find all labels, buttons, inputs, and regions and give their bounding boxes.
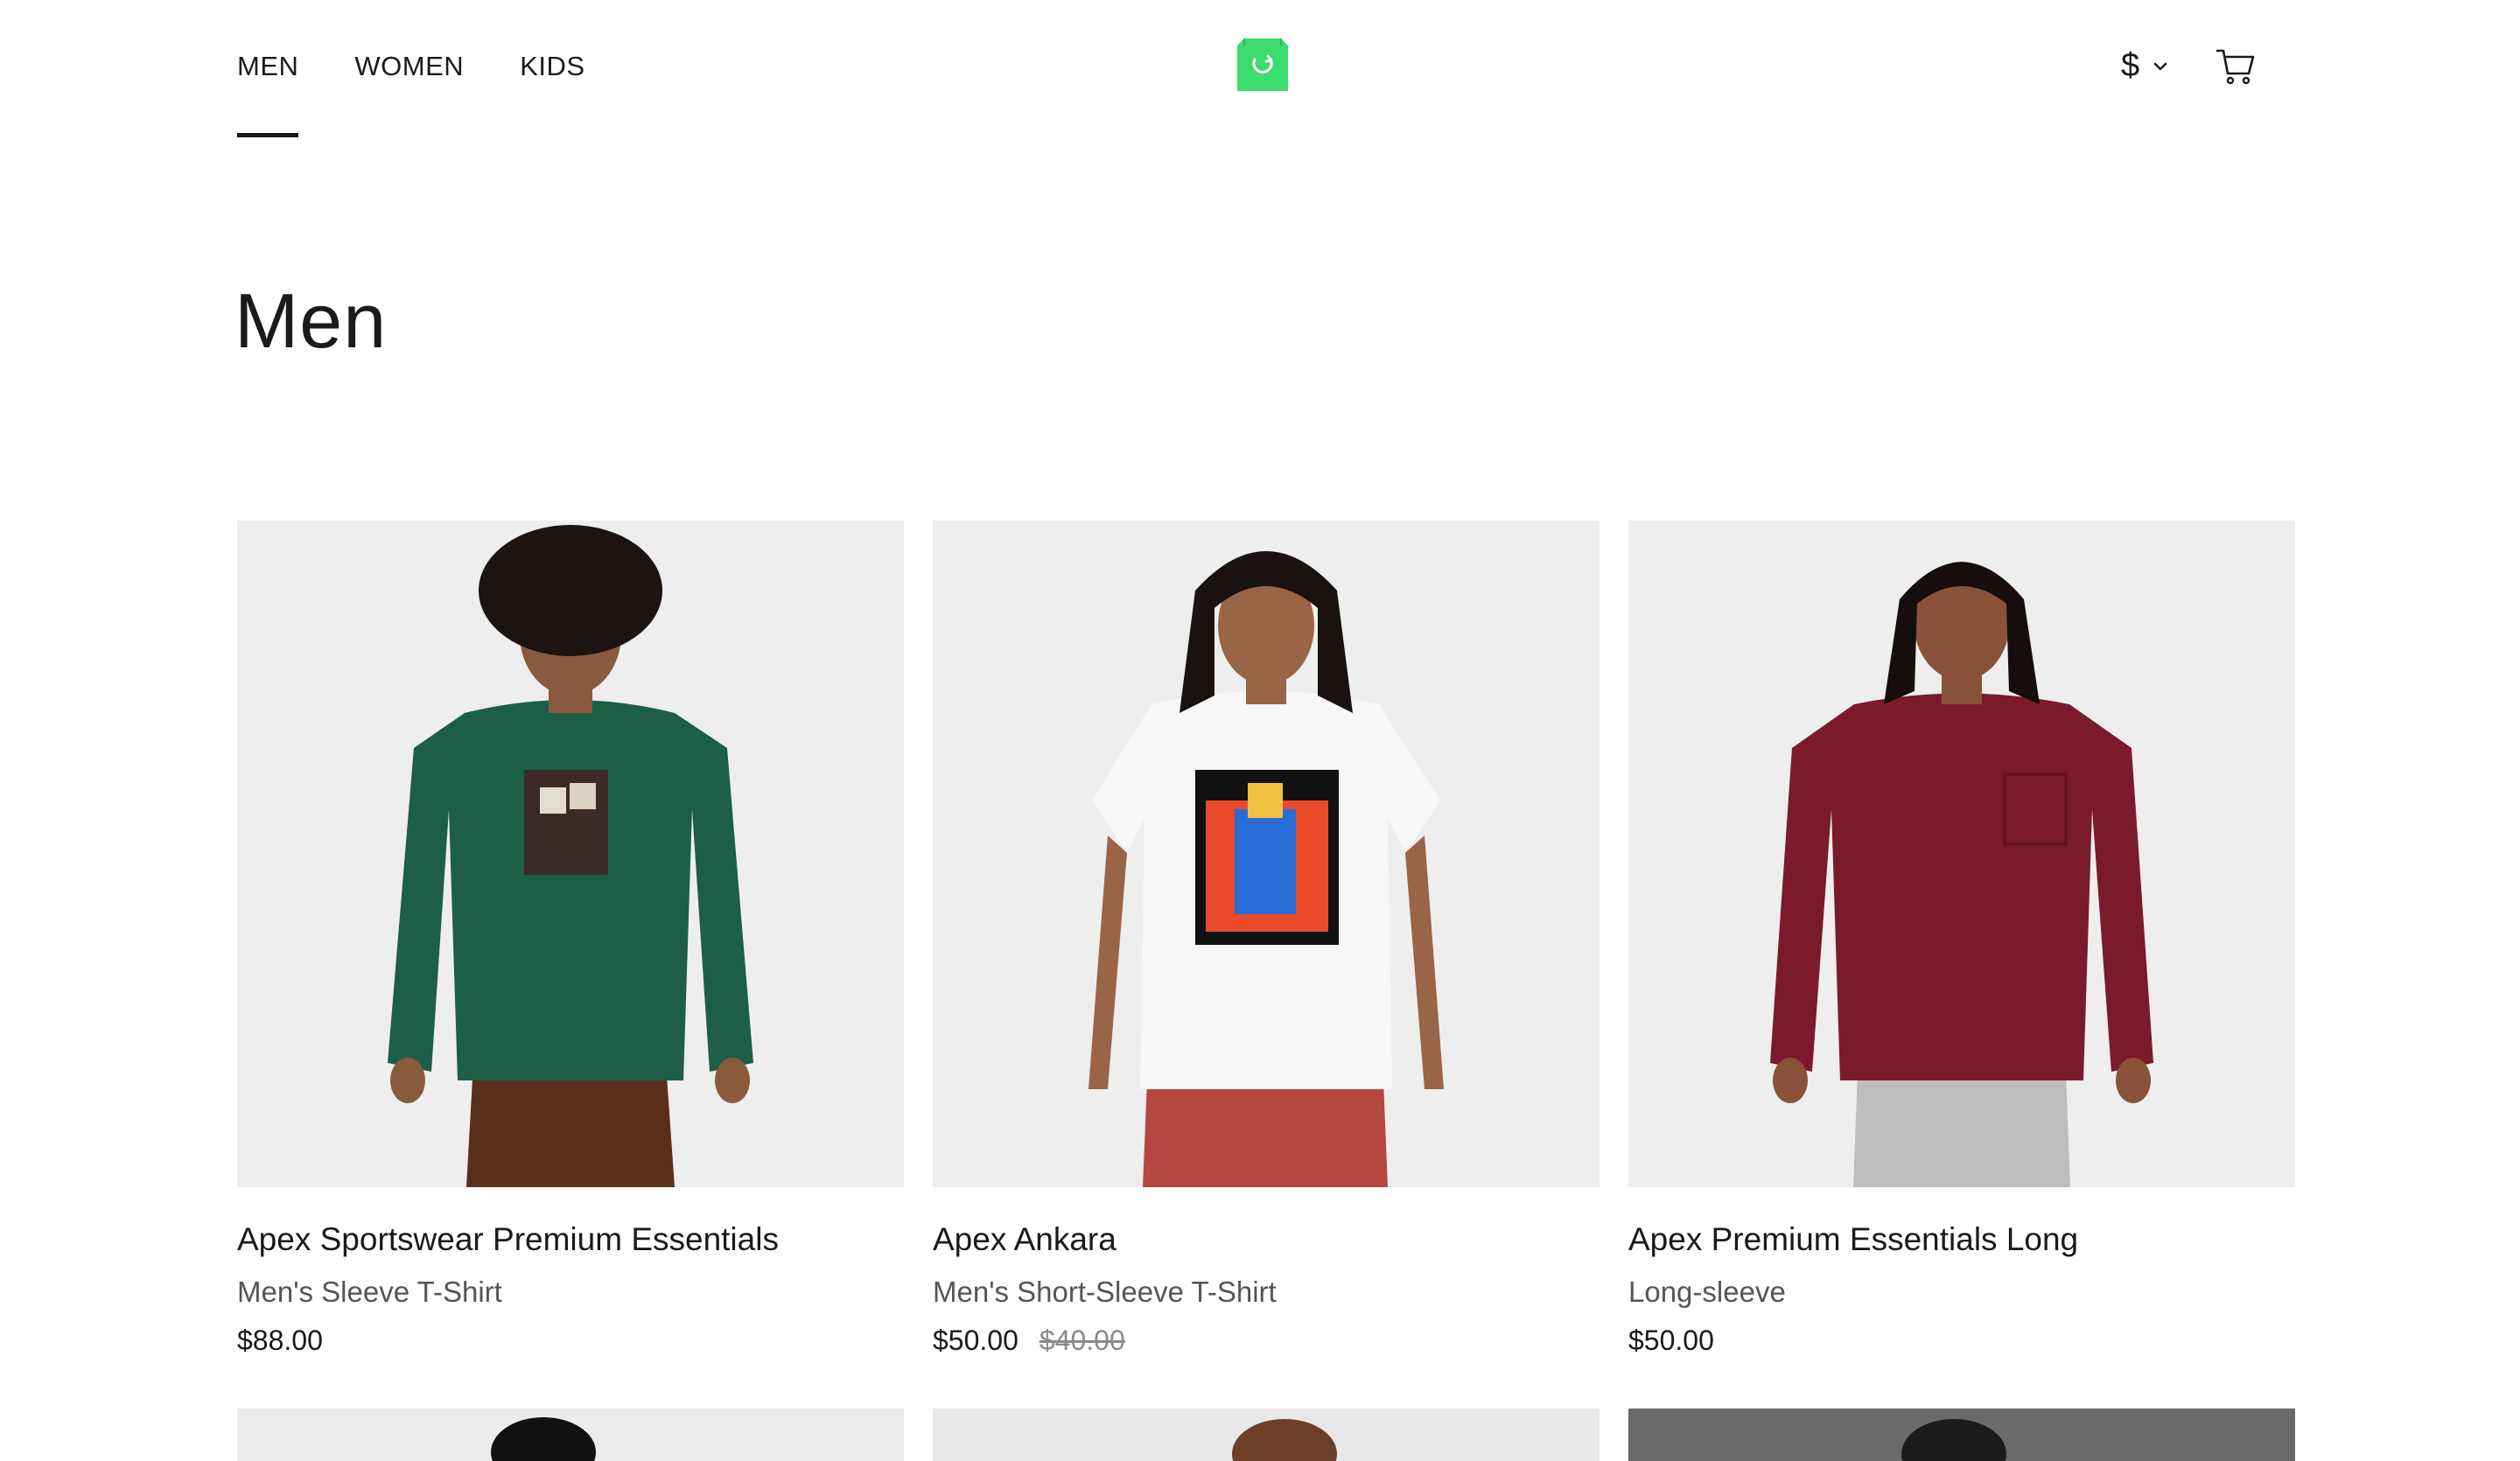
product-price: $50.00 [933, 1324, 1018, 1356]
product-image-partial[interactable] [933, 1409, 1600, 1461]
main-nav: MEN WOMEN KIDS [237, 51, 585, 137]
chevron-down-icon [2153, 62, 2167, 70]
shopping-bag-icon[interactable] [1234, 37, 1292, 94]
product-old-price: $40.00 [1039, 1324, 1125, 1356]
price-row: $50.00 [1628, 1324, 2295, 1357]
product-name[interactable]: Apex Sportswear Premium Essentials [237, 1220, 904, 1259]
nav-item-men[interactable]: MEN [237, 51, 299, 137]
product-image-partial-graphic [1232, 1419, 1337, 1461]
product-image-partial-graphic [491, 1417, 596, 1461]
product-card[interactable]: Apex Premium Essentials Long Long-sleeve… [1628, 521, 2295, 1357]
nav-item-kids[interactable]: KIDS [520, 51, 584, 87]
price-row: $88.00 [237, 1324, 904, 1357]
price-row: $50.00 $40.00 [933, 1324, 1600, 1357]
product-image[interactable] [1628, 521, 2295, 1187]
currency-selector[interactable]: $ [2121, 47, 2169, 85]
product-name[interactable]: Apex Premium Essentials Long [1628, 1220, 2295, 1259]
product-image[interactable] [933, 521, 1600, 1187]
product-price: $88.00 [237, 1324, 323, 1356]
product-image[interactable] [237, 521, 904, 1187]
nav-item-women[interactable]: WOMEN [354, 51, 464, 87]
product-subtitle: Men's Sleeve T-Shirt [237, 1276, 502, 1309]
currency-symbol: $ [2121, 47, 2140, 84]
cart-icon[interactable] [2216, 47, 2256, 87]
site-header: MEN WOMEN KIDS $ [0, 0, 2520, 149]
product-name[interactable]: Apex Ankara [933, 1220, 1600, 1259]
product-image-partial[interactable] [237, 1409, 904, 1461]
product-subtitle: Long-sleeve [1628, 1276, 1786, 1309]
product-subtitle: Men's Short-Sleeve T-Shirt [933, 1276, 1277, 1309]
product-price: $50.00 [1628, 1324, 1714, 1356]
page-title: Men [234, 277, 388, 364]
product-card[interactable]: Apex Ankara Men's Short-Sleeve T-Shirt $… [933, 521, 1600, 1357]
product-image-partial[interactable] [1628, 1409, 2295, 1461]
product-image-partial-graphic [1901, 1419, 2006, 1461]
product-card[interactable]: Apex Sportswear Premium Essentials Men's… [237, 521, 904, 1357]
